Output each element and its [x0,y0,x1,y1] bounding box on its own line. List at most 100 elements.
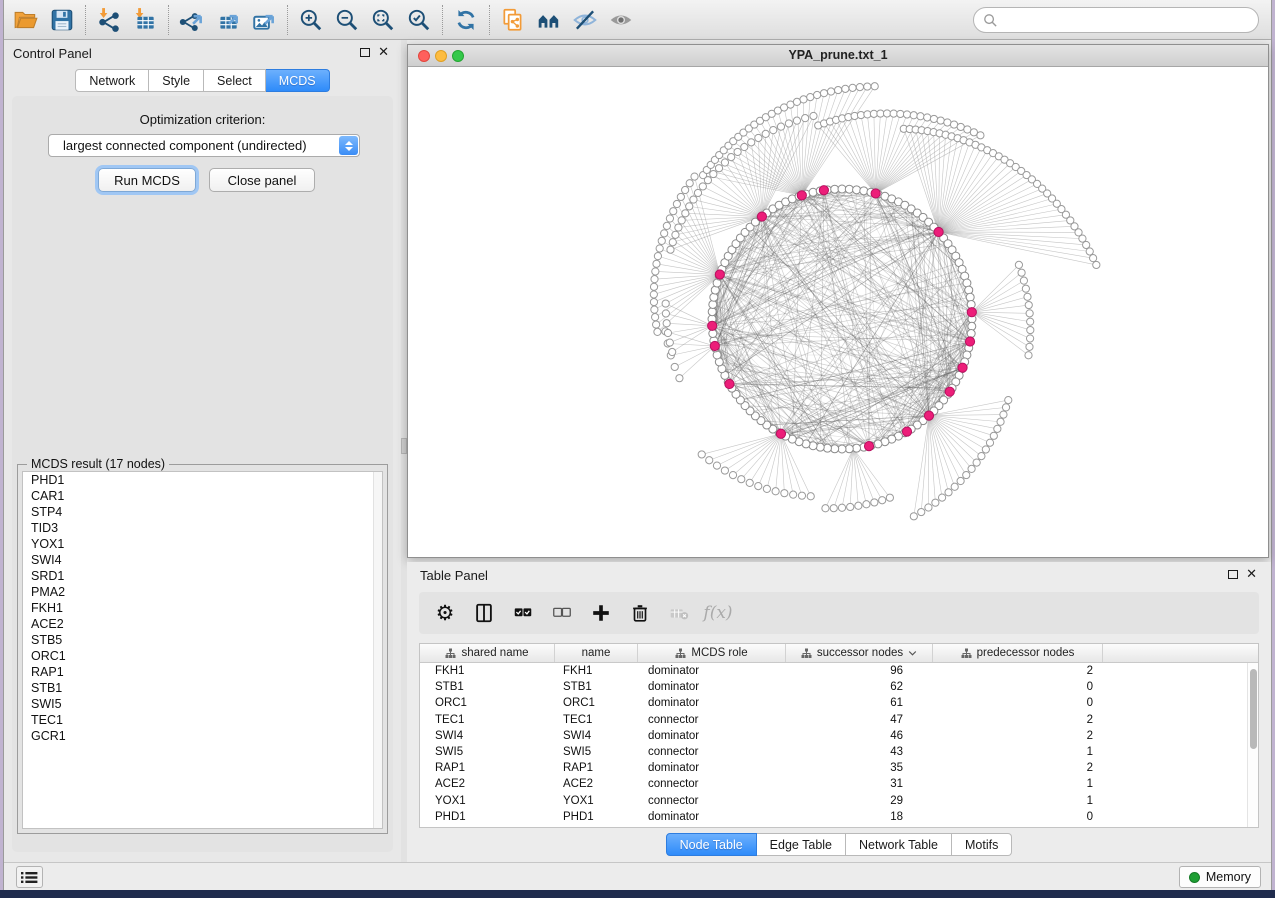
leaf-node[interactable] [651,306,658,313]
leaf-node[interactable] [1027,326,1034,333]
leaf-node[interactable] [721,159,728,166]
mcds-result-item[interactable]: SWI4 [23,552,382,568]
leaf-node[interactable] [1026,343,1033,350]
search-box[interactable] [973,7,1259,33]
leaf-node[interactable] [842,85,849,92]
mcds-result-item[interactable]: STB5 [23,632,382,648]
leaf-node[interactable] [658,237,665,244]
mcds-node[interactable] [797,191,806,200]
mcds-result-item[interactable]: STB1 [23,680,382,696]
tab-mcds[interactable]: MCDS [266,69,330,92]
leaf-node[interactable] [676,375,683,382]
zoom-in-button[interactable] [293,2,329,38]
network-node[interactable] [816,443,824,451]
leaf-node[interactable] [699,183,706,190]
leaf-node[interactable] [963,471,970,478]
network-node[interactable] [853,186,861,194]
leaf-node[interactable] [650,291,657,298]
leaf-node[interactable] [930,115,937,122]
leaf-node[interactable] [1000,411,1007,418]
leaf-node[interactable] [1026,335,1033,342]
leaf-node[interactable] [666,215,673,222]
mcds-result-item[interactable]: ORC1 [23,648,382,664]
leaf-node[interactable] [746,479,753,486]
mcds-result-item[interactable]: SWI5 [23,696,382,712]
leaf-node[interactable] [650,283,657,290]
leaf-node[interactable] [663,222,670,229]
leaf-node[interactable] [669,239,676,246]
network-canvas[interactable] [408,67,1268,557]
float-panel-icon[interactable] [360,48,370,57]
mcds-result-item[interactable]: STP4 [23,504,382,520]
leaf-node[interactable] [670,208,677,215]
leaf-node[interactable] [879,497,886,504]
leaf-node[interactable] [690,196,697,203]
first-neighbors-button[interactable] [531,2,567,38]
leaf-node[interactable] [729,472,736,479]
leaf-node[interactable] [691,173,698,180]
leaf-node[interactable] [918,508,925,515]
settings-button[interactable]: ⚙ [429,597,461,629]
mcds-node[interactable] [924,411,933,420]
leaf-node[interactable] [686,180,693,187]
leaf-node[interactable] [849,84,856,91]
toggle-column-panel-button[interactable] [468,597,500,629]
delete-selected-button[interactable] [624,597,656,629]
table-row[interactable]: FKH1FKH1dominator962 [420,663,1258,679]
leaf-node[interactable] [793,117,800,124]
leaf-node[interactable] [713,462,720,469]
leaf-node[interactable] [944,119,951,126]
leaf-node[interactable] [973,459,980,466]
tab-style[interactable]: Style [149,69,204,92]
mcds-result-item[interactable]: ACE2 [23,616,382,632]
leaf-node[interactable] [682,210,689,217]
leaf-node[interactable] [663,320,670,327]
mcds-node[interactable] [902,427,911,436]
leaf-node[interactable] [755,483,762,490]
leaf-node[interactable] [830,505,837,512]
leaf-node[interactable] [827,88,834,95]
network-node[interactable] [967,330,975,338]
leaf-node[interactable] [997,418,1004,425]
leaf-node[interactable] [1002,404,1009,411]
mcds-node[interactable] [871,189,880,198]
leaf-node[interactable] [677,193,684,200]
scrollbar-thumb[interactable] [1250,669,1257,749]
leaf-node[interactable] [1090,255,1097,262]
leaf-node[interactable] [822,505,829,512]
leaf-node[interactable] [785,120,792,127]
leaf-node[interactable] [734,148,741,155]
mcds-result-item[interactable]: TID3 [23,520,382,536]
node-table[interactable]: shared namenameMCDS rolesuccessor nodesp… [419,643,1259,828]
leaf-node[interactable] [790,491,797,498]
leaf-node[interactable] [864,83,871,90]
leaf-node[interactable] [662,310,669,317]
leaf-node[interactable] [652,268,659,275]
leaf-node[interactable] [886,494,893,501]
table-row[interactable]: SWI5SWI5connector431 [420,744,1258,760]
column-header-MCDS-role[interactable]: MCDS role [638,644,786,662]
leaf-node[interactable] [1086,248,1093,255]
leaf-node[interactable] [706,457,713,464]
leaf-node[interactable] [710,170,717,177]
leaf-node[interactable] [924,114,931,121]
table-row[interactable]: RAP1RAP1dominator352 [420,760,1258,776]
leaf-node[interactable] [653,321,660,328]
leaf-node[interactable] [807,493,814,500]
leaf-node[interactable] [652,314,659,321]
leaf-node[interactable] [1025,301,1032,308]
mcds-result-item[interactable]: TEC1 [23,712,382,728]
network-node[interactable] [965,286,973,294]
mcds-node[interactable] [725,379,734,388]
leaf-node[interactable] [1015,261,1022,268]
leaf-node[interactable] [654,253,661,260]
leaf-node[interactable] [721,467,728,474]
leaf-node[interactable] [698,451,705,458]
save-button[interactable] [44,2,80,38]
network-node[interactable] [968,322,976,330]
leaf-node[interactable] [1025,352,1032,359]
leaf-node[interactable] [694,189,701,196]
close-panel-icon[interactable]: ✕ [1246,566,1257,582]
table-row[interactable]: ACE2ACE2connector311 [420,776,1258,792]
hide-selected-button[interactable] [567,2,603,38]
